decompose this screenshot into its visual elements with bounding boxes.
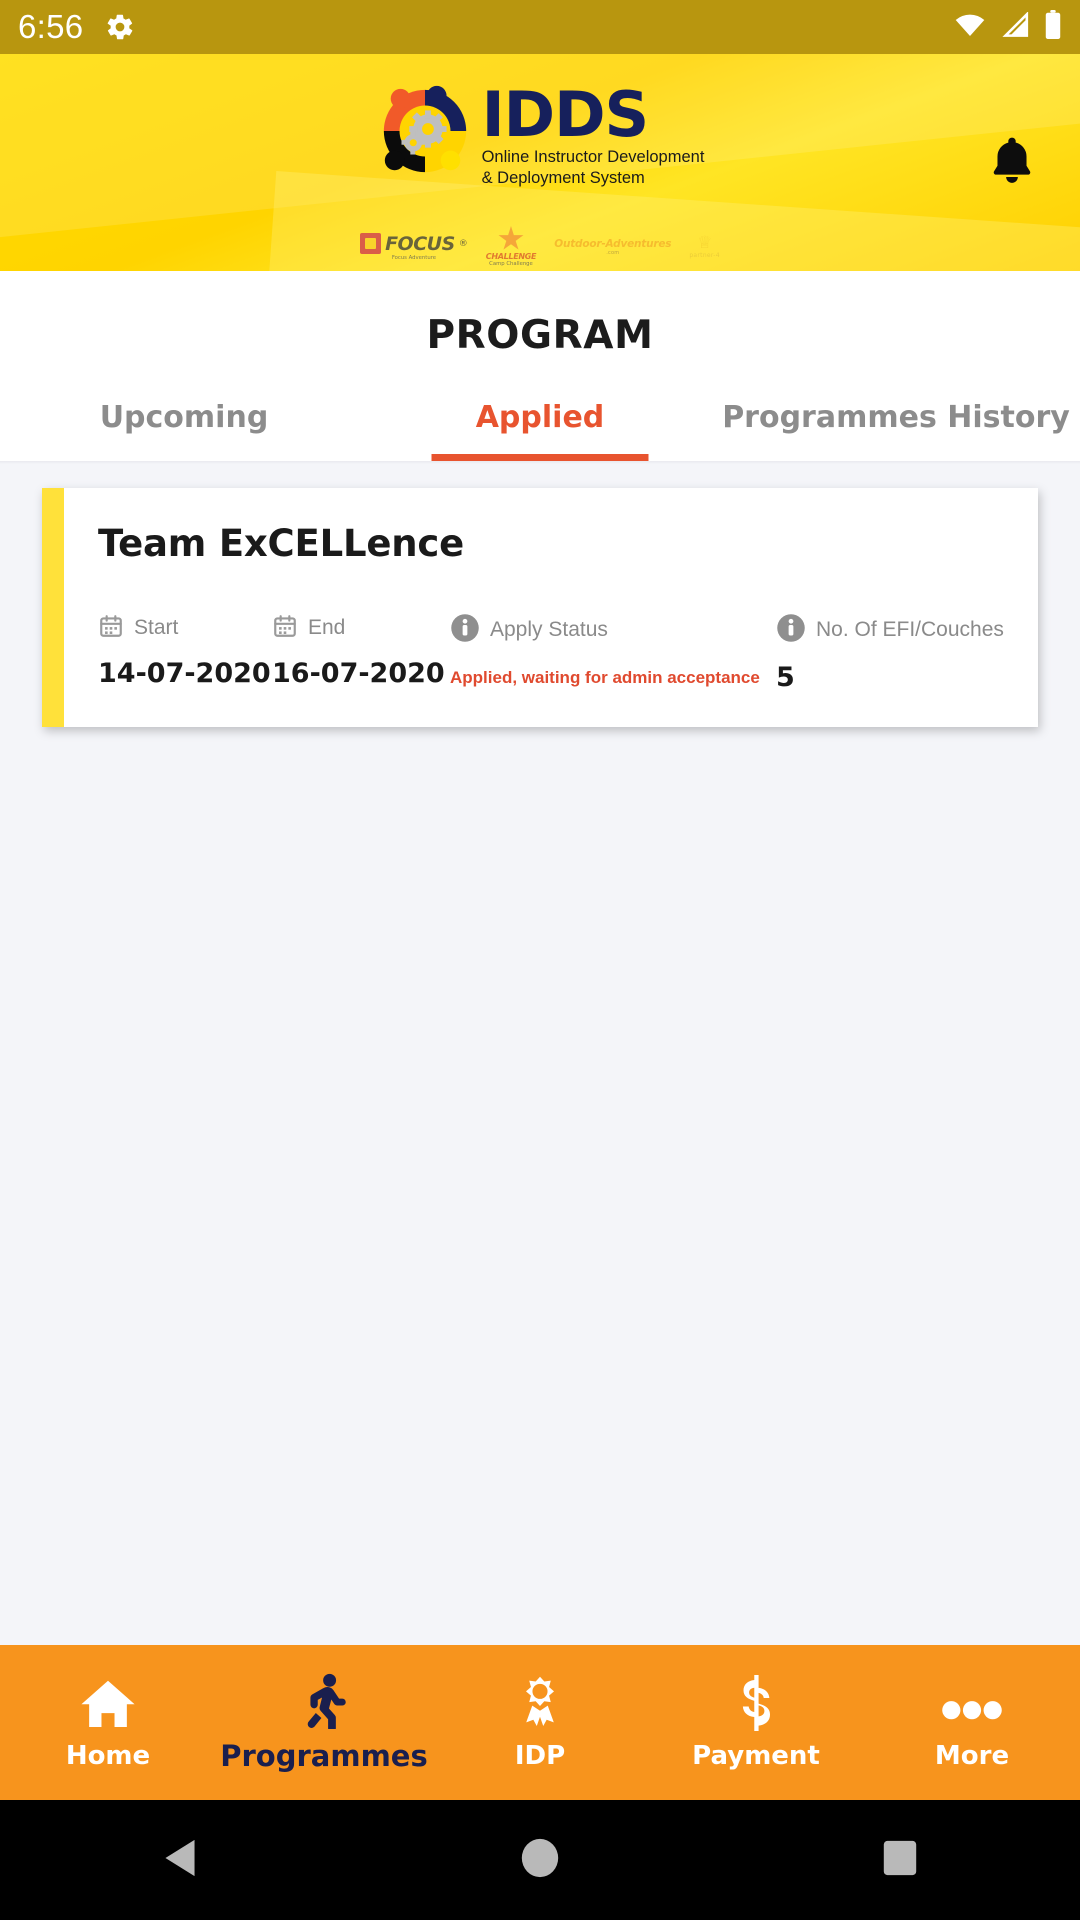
nav-item-more[interactable]: More <box>864 1675 1080 1771</box>
challenge-burst-icon <box>498 226 524 252</box>
nav-item-payment[interactable]: Payment <box>648 1674 864 1771</box>
info-icon <box>450 613 480 647</box>
award-ribbon-icon <box>514 1675 566 1731</box>
nav-label-programmes: Programmes <box>220 1738 428 1773</box>
idds-logo-mark <box>376 82 474 180</box>
logo-subtitle: Online Instructor Development & Deployme… <box>482 147 705 189</box>
card-accent-bar <box>42 488 64 727</box>
program-details-row: Start 14-07-2020 End 16-07-2020 Apply St… <box>98 613 1012 693</box>
triangle-left-icon <box>161 1838 199 1882</box>
status-bar-indicators <box>954 10 1062 44</box>
ellipsis-icon <box>941 1675 1003 1731</box>
home-button[interactable] <box>360 1838 720 1882</box>
focus-logo-glyph <box>360 233 382 254</box>
wifi-icon <box>954 12 986 42</box>
logo-subtitle-line1: Online Instructor Development <box>481 148 705 167</box>
crown-icon: ♕ <box>696 232 713 253</box>
apply-status-value: Applied, waiting for admin acceptance <box>450 668 760 687</box>
app-logo: IDDS Online Instructor Development & Dep… <box>0 80 1080 189</box>
partner-caption-focus: Focus Adventure <box>391 254 437 261</box>
program-efi-count-column: No. Of EFI/Couches 5 <box>776 613 1012 693</box>
tab-programmes-history[interactable]: Programmes History <box>718 394 1074 461</box>
notification-bell-button[interactable] <box>986 132 1038 194</box>
square-icon <box>882 1839 918 1881</box>
partner-logo-focus: FOCUS ® Focus Adventure <box>360 233 468 262</box>
tab-upcoming[interactable]: Upcoming <box>6 394 362 461</box>
nav-item-home[interactable]: Home <box>0 1675 216 1771</box>
program-start-column: Start 14-07-2020 <box>98 613 272 693</box>
end-date-value: 16-07-2020 <box>272 658 445 689</box>
partner-name-outdoor: Outdoor-Adventures <box>554 237 672 250</box>
app-header: IDDS Online Instructor Development & Dep… <box>0 54 1080 271</box>
start-date-value: 14-07-2020 <box>98 658 271 689</box>
partner-logo-outdoor: Outdoor-Adventures .com <box>554 238 671 256</box>
back-button[interactable] <box>0 1838 360 1882</box>
partner-logo-challenge: CHALLENGE Camp Challenge <box>485 226 537 268</box>
efi-count-value: 5 <box>776 662 795 693</box>
partner-name-four: partner-4 <box>689 251 720 259</box>
info-icon <box>776 613 806 647</box>
partner-caption-outdoor: .com <box>606 249 620 256</box>
end-label: End <box>308 616 346 639</box>
focus-registered-mark: ® <box>458 238 468 249</box>
bottom-navigation-bar: Home Programmes IDP Payment More <box>0 1645 1080 1800</box>
partner-caption-challenge: Camp Challenge <box>489 261 533 267</box>
calendar-icon <box>272 613 298 643</box>
program-title: Team ExCELLence <box>98 522 465 565</box>
nav-item-programmes[interactable]: Programmes <box>216 1673 432 1773</box>
partner-name-challenge: CHALLENGE <box>485 252 537 261</box>
program-list: Team ExCELLence Start 14-07-2020 End 16-… <box>0 464 1080 1584</box>
page-title: PROGRAM <box>426 313 654 358</box>
partner-logos: FOCUS ® Focus Adventure CHALLENGE Camp C… <box>0 226 1080 268</box>
nav-label-more: More <box>934 1740 1010 1771</box>
tab-applied[interactable]: Applied <box>362 394 718 461</box>
status-bar: 6:56 <box>0 0 1080 54</box>
program-end-column: End 16-07-2020 <box>272 613 450 693</box>
apply-status-label: Apply Status <box>490 618 608 641</box>
home-icon <box>79 1675 137 1731</box>
nav-label-payment: Payment <box>692 1740 820 1771</box>
recents-button[interactable] <box>720 1839 1080 1881</box>
partner-logo-four: ♕ partner-4 <box>689 232 720 259</box>
running-person-icon <box>298 1673 350 1729</box>
nav-label-home: Home <box>65 1740 151 1771</box>
efi-count-label: No. Of EFI/Couches <box>816 618 1004 641</box>
calendar-icon <box>98 613 124 643</box>
nav-label-idp: IDP <box>514 1740 566 1771</box>
status-bar-time: 6:56 <box>18 8 84 45</box>
logo-title: IDDS <box>481 78 650 151</box>
program-status-column: Apply Status Applied, waiting for admin … <box>450 613 776 693</box>
program-card-wrapper: Team ExCELLence Start 14-07-2020 End 16-… <box>42 488 1038 727</box>
android-system-navigation <box>0 1800 1080 1920</box>
program-card-body: Team ExCELLence Start 14-07-2020 End 16-… <box>64 488 1038 727</box>
battery-icon <box>1044 10 1062 44</box>
dollar-sign-icon <box>734 1674 778 1731</box>
gear-icon <box>105 12 135 42</box>
page-title-bar: PROGRAM Upcoming Applied Programmes Hist… <box>0 271 1080 461</box>
program-card[interactable]: Team ExCELLence Start 14-07-2020 End 16-… <box>42 488 1038 727</box>
idds-logo-text: IDDS Online Instructor Development & Dep… <box>482 80 705 189</box>
start-label: Start <box>134 616 179 639</box>
nav-item-idp[interactable]: IDP <box>432 1675 648 1771</box>
cellular-signal-icon <box>1000 11 1030 42</box>
tab-bar: Upcoming Applied Programmes History <box>0 394 1080 461</box>
logo-subtitle-line2: & Deployment System <box>481 168 645 187</box>
partner-name-focus: FOCUS <box>385 232 455 255</box>
circle-icon <box>520 1838 560 1882</box>
bell-icon <box>986 137 1038 194</box>
